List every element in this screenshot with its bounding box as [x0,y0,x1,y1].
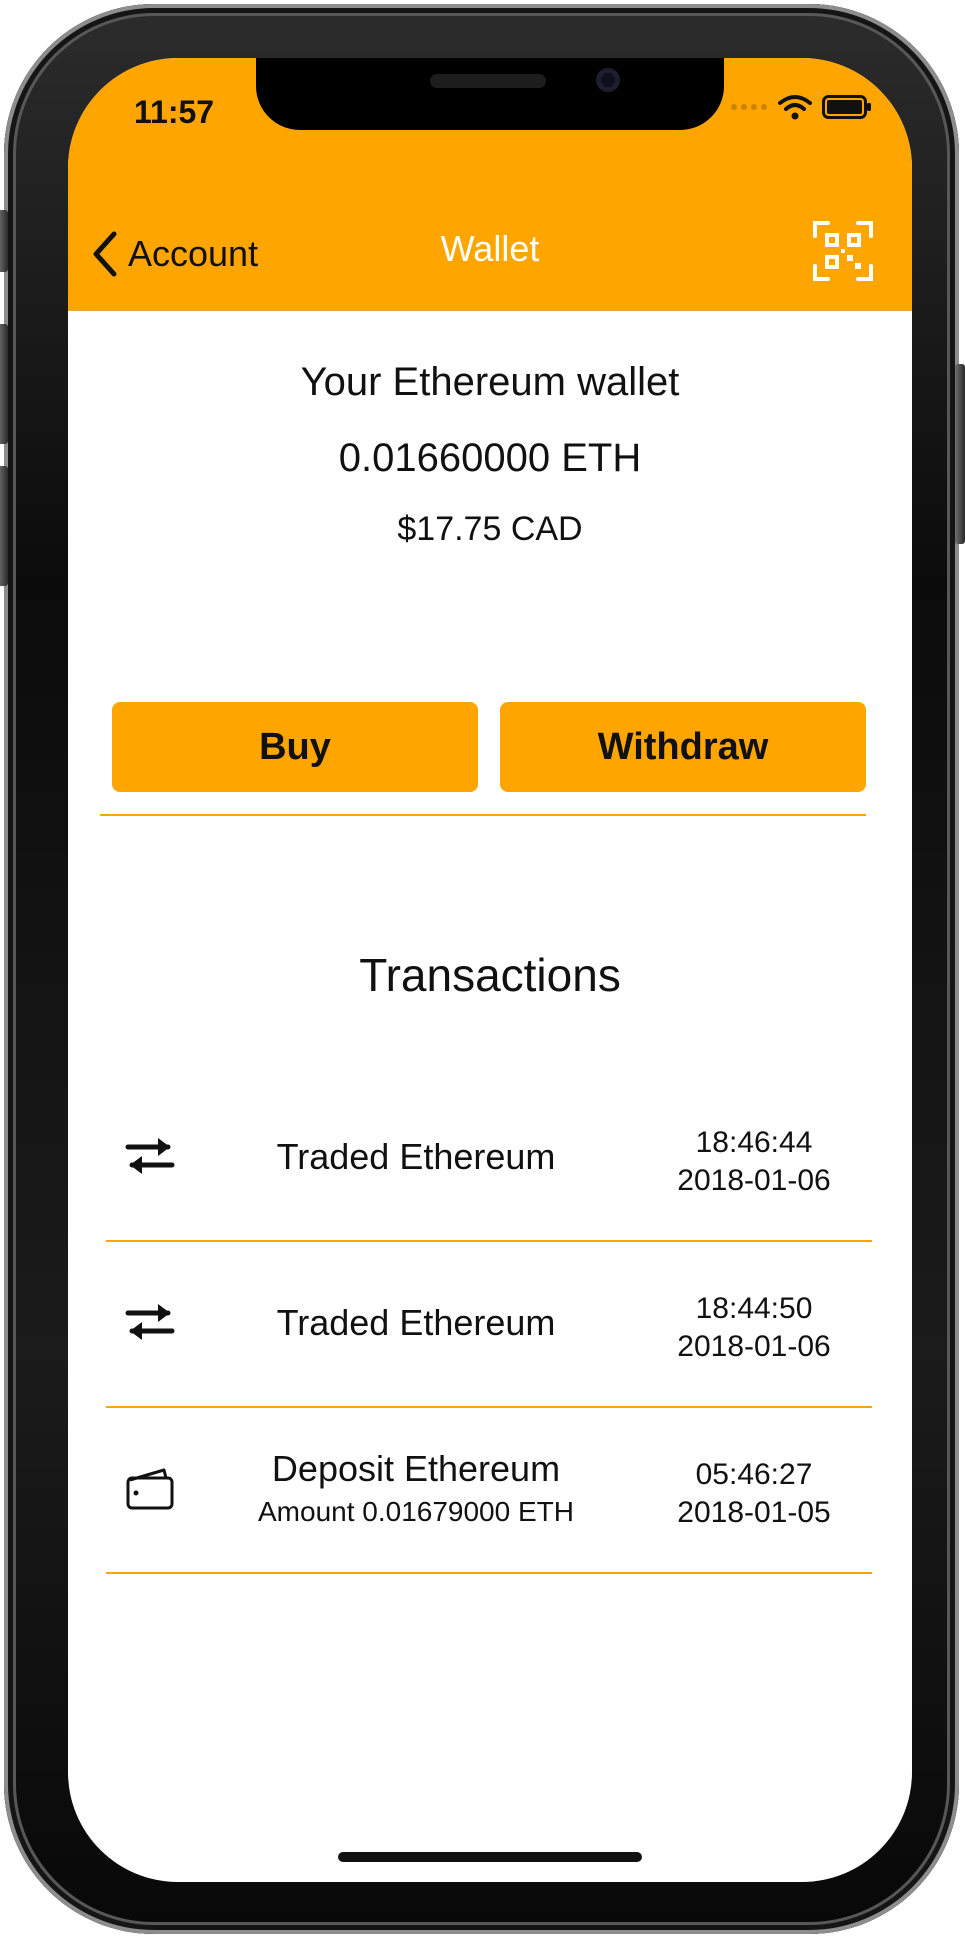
wifi-icon [778,95,812,120]
page-title: Wallet [440,228,540,269]
transaction-row[interactable]: Deposit Ethereum Amount 0.01679000 ETH 0… [106,1408,872,1574]
side-button-volume-down [0,466,8,586]
transaction-title: Traded Ethereum [276,1136,556,1177]
transaction-date: 2018-01-06 [677,1164,831,1197]
transaction-datetime: 18:44:50 2018-01-06 [654,1290,854,1366]
transaction-title: Traded Ethereum [276,1302,556,1343]
section-divider [100,814,866,816]
transaction-row[interactable]: Traded Ethereum 18:46:44 2018-01-06 [106,1076,872,1242]
signal-dots-icon [731,104,767,110]
transaction-row[interactable]: Traded Ethereum 18:44:50 2018-01-06 [106,1242,872,1408]
transaction-main: Traded Ethereum [206,1136,626,1178]
fiat-balance: $17.75 CAD [397,510,583,548]
transaction-time: 05:46:27 [695,1458,813,1491]
transaction-datetime: 18:46:44 2018-01-06 [654,1124,854,1200]
side-button-silent [0,210,8,272]
transaction-amount: Amount 0.01679000 ETH [258,1496,574,1527]
battery-icon [822,95,871,119]
eth-balance: 0.01660000 ETH [338,436,642,480]
transactions-heading: Transactions [359,949,621,1001]
wallet-title: Your Ethereum wallet [300,360,680,404]
buy-button[interactable]: Buy [112,702,478,792]
navigation-bar: Account Wallet [68,198,912,311]
transaction-date: 2018-01-05 [677,1496,831,1529]
transaction-main: Deposit Ethereum Amount 0.01679000 ETH [206,1448,626,1528]
transaction-main: Traded Ethereum [206,1302,626,1344]
withdraw-button[interactable]: Withdraw [500,702,866,792]
exchange-arrows-icon [125,1138,175,1174]
side-button-power [955,364,965,544]
front-camera [596,68,620,92]
transaction-datetime: 05:46:27 2018-01-05 [654,1456,854,1532]
side-button-volume-up [0,324,8,444]
exchange-arrows-icon [125,1304,175,1340]
transaction-date: 2018-01-06 [677,1330,831,1363]
transaction-time: 18:46:44 [695,1126,813,1159]
qr-scan-button[interactable] [812,220,874,282]
notch [256,58,724,130]
status-bar: 11:57 [68,58,912,198]
phone-frame: 11:57 Account Wallet Your Ethereum walle… [0,4,965,1934]
phone-screen: 11:57 Account Wallet Your Ethereum walle… [68,58,912,1882]
wallet-icon [126,1468,174,1510]
qr-code-icon [813,221,873,281]
transaction-time: 18:44:50 [695,1292,813,1325]
speaker-grille [430,74,546,88]
transaction-title: Deposit Ethereum [271,1448,561,1489]
status-icons [730,92,872,122]
status-time: 11:57 [134,94,215,130]
home-indicator[interactable] [338,1852,642,1862]
